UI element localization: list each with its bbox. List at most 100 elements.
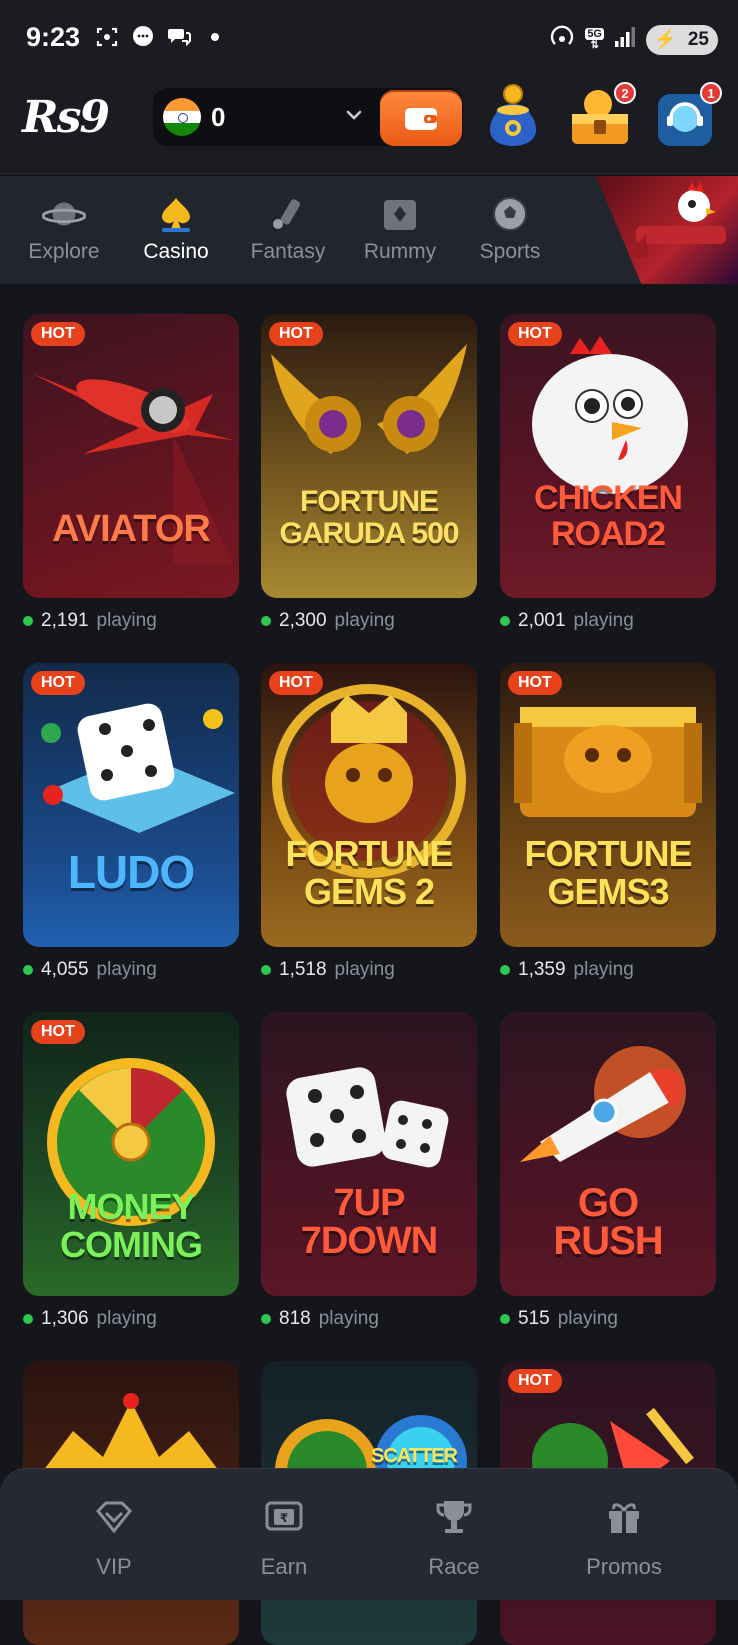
game-card-go-rush[interactable]: GO RUSH	[500, 1012, 716, 1296]
tab-fantasy-label: Fantasy	[250, 240, 326, 263]
soccer-ball-icon	[488, 194, 532, 234]
bottom-nav-earn-label: Earn	[260, 1554, 308, 1579]
player-count-value: 1,518	[279, 959, 327, 980]
game-card-fortune-gems-2[interactable]: HOT FORTUNE GEMS 2	[261, 663, 477, 947]
svg-text:₹: ₹	[280, 1511, 288, 1525]
cards-icon	[378, 194, 422, 234]
game-card-fortune-garuda-500[interactable]: HOT FORTUNE GARUDA 500	[261, 314, 477, 598]
game-title: LUDO	[67, 846, 195, 898]
airplane-icon	[33, 374, 233, 564]
game-card-fortune-gems3[interactable]: HOT FORTUNE GEMS3	[500, 663, 716, 947]
cricket-bat-icon	[266, 194, 310, 234]
player-count-value: 2,191	[41, 610, 89, 631]
bottom-nav-vip-label: VIP	[96, 1554, 132, 1579]
support-badge: 1	[700, 82, 722, 104]
hot-badge: HOT	[31, 322, 85, 346]
notification-icons	[94, 24, 228, 50]
game-title: GO RUSH	[553, 1181, 663, 1263]
trophy-icon	[436, 1501, 472, 1533]
online-dot-icon	[500, 616, 510, 626]
player-count: 818 playing	[261, 1308, 379, 1330]
india-flag-icon	[163, 98, 201, 136]
earn-card-icon: ₹	[265, 1501, 303, 1531]
promo-banner-aviator-chicken[interactable]	[596, 176, 738, 284]
playing-label: playing	[557, 1308, 618, 1329]
tab-rummy-label: Rummy	[363, 240, 437, 263]
bottom-nav-race[interactable]: Race	[394, 1497, 514, 1580]
game-card-ludo[interactable]: HOT LUDO	[23, 663, 239, 947]
player-count: 4,055 playing	[23, 959, 157, 981]
wallet-button[interactable]	[380, 90, 462, 146]
app-logo[interactable]: Rs9	[22, 92, 110, 143]
network-5g-icon: 5G ⇅	[585, 27, 604, 51]
app-header: Rs9 0 2 1	[0, 78, 738, 174]
game-title: CHICKEN ROAD2	[534, 479, 683, 553]
hot-badge: HOT	[31, 671, 85, 695]
vip-diamond-icon	[95, 1501, 133, 1534]
player-count-value: 4,055	[41, 959, 89, 980]
category-nav: Explore Casino Fantasy Rummy Sports	[0, 176, 738, 284]
tab-rummy[interactable]: Rummy	[344, 194, 456, 274]
bottom-nav-race-label: Race	[428, 1554, 480, 1579]
bottom-nav-promos-label: Promos	[586, 1554, 662, 1579]
game-title: MONEY COMING	[60, 1186, 203, 1265]
tab-explore[interactable]: Explore	[8, 194, 120, 274]
bottom-nav-vip[interactable]: VIP	[54, 1497, 174, 1580]
player-count: 2,191 playing	[23, 610, 157, 632]
hot-badge: HOT	[508, 1369, 562, 1393]
player-count-value: 1,359	[518, 959, 566, 980]
game-card-money-coming[interactable]: HOT MONEY COMING	[23, 1012, 239, 1296]
playing-label: playing	[573, 959, 634, 980]
player-count: 2,001 playing	[500, 610, 634, 632]
system-status: 5G ⇅ ⚡ 25	[549, 24, 718, 55]
player-count: 1,306 playing	[23, 1308, 157, 1330]
player-count: 1,359 playing	[500, 959, 634, 981]
online-dot-icon	[500, 965, 510, 975]
online-dot-icon	[500, 1314, 510, 1324]
battery-indicator: ⚡ 25	[646, 24, 718, 55]
dice-icon	[41, 703, 235, 833]
bottom-nav-earn[interactable]: ₹ Earn	[224, 1497, 344, 1580]
spade-icon	[154, 194, 198, 234]
bottom-nav: VIP ₹ Earn Race Promos	[0, 1468, 738, 1600]
online-dot-icon	[23, 965, 33, 975]
game-card-aviator[interactable]: HOT AVIATOR	[23, 314, 239, 598]
tab-sports-label: Sports	[479, 240, 541, 263]
game-card-7up-7down[interactable]: 7UP 7DOWN	[261, 1012, 477, 1296]
status-bar: 9:23 5G ⇅ ⚡ 25	[0, 0, 738, 78]
game-title: AVIATOR	[52, 508, 211, 550]
bottom-nav-promos[interactable]: Promos	[564, 1497, 684, 1580]
balance-amount: 0	[211, 102, 226, 132]
hot-badge: HOT	[31, 1020, 85, 1044]
player-count-value: 515	[518, 1308, 550, 1329]
player-count: 515 playing	[500, 1308, 618, 1330]
online-dot-icon	[23, 1314, 33, 1324]
money-pot-icon[interactable]	[482, 84, 544, 150]
tab-fantasy[interactable]: Fantasy	[232, 194, 344, 274]
status-time: 9:23	[26, 22, 81, 52]
playing-label: playing	[573, 610, 634, 631]
hot-badge: HOT	[508, 671, 562, 695]
garuda-icon	[271, 344, 467, 454]
player-count-value: 2,300	[279, 610, 327, 631]
hotspot-icon	[549, 24, 575, 55]
playing-label: playing	[96, 959, 157, 980]
tab-casino-label: Casino	[143, 240, 209, 263]
game-title: FORTUNE GEMS3	[524, 833, 693, 912]
online-dot-icon	[261, 965, 271, 975]
tab-sports[interactable]: Sports	[454, 194, 566, 274]
messages-icon	[166, 24, 192, 50]
wallet-icon	[405, 108, 437, 130]
tab-casino[interactable]: Casino	[120, 194, 232, 274]
player-count: 2,300 playing	[261, 610, 395, 632]
treasure-chest-icon[interactable]: 2	[568, 82, 636, 150]
network-type: 5G	[585, 27, 604, 40]
game-card-chicken-road2[interactable]: HOT CHICKEN ROAD2	[500, 314, 716, 598]
player-count-value: 818	[279, 1308, 311, 1329]
online-dot-icon	[261, 616, 271, 626]
hot-badge: HOT	[508, 322, 562, 346]
hot-badge: HOT	[269, 671, 323, 695]
chevron-down-icon[interactable]	[341, 102, 367, 128]
battery-level: 25	[687, 28, 709, 50]
support-agent-icon[interactable]: 1	[654, 82, 722, 150]
